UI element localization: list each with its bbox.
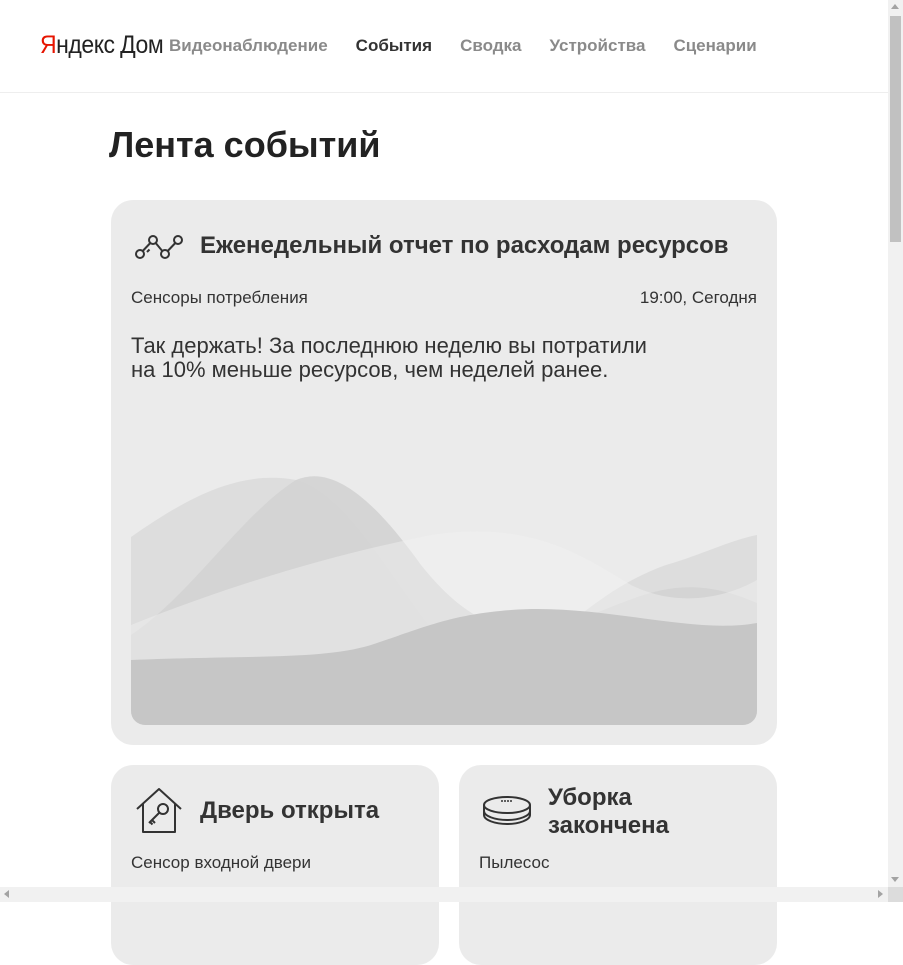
card-message-line-1: Так держать! За последнюю неделю вы потр… bbox=[131, 333, 647, 358]
card-title-line-2: закончена bbox=[548, 812, 669, 839]
card-message-line-2: на 10% меньше ресурсов, чем неделей ране… bbox=[131, 357, 609, 382]
card-title: Дверь открыта bbox=[200, 797, 380, 824]
header: Яндекс Дом Видеонаблюдение События Сводка… bbox=[0, 0, 888, 93]
card-title: Уборка закончена bbox=[548, 784, 669, 840]
horizontal-scrollbar[interactable] bbox=[0, 887, 888, 902]
event-card-cleaning[interactable]: Уборка закончена Пылесос bbox=[459, 765, 777, 965]
vertical-scrollbar[interactable] bbox=[888, 0, 903, 887]
scroll-right-arrow-icon[interactable] bbox=[878, 890, 883, 898]
card-source: Сенсор входной двери bbox=[131, 853, 312, 872]
logo-brand-rest: ндекс bbox=[56, 31, 115, 59]
event-card-weekly-report[interactable]: Еженедельный отчет по расходам ресурсов … bbox=[111, 200, 777, 745]
card-source: Пылесос bbox=[479, 853, 550, 872]
card-title-line-1: Уборка bbox=[548, 784, 632, 811]
page-title: Лента событий bbox=[109, 124, 381, 165]
yandex-dom-logo[interactable]: Яндекс Дом bbox=[40, 30, 164, 60]
nav-item-video[interactable]: Видеонаблюдение bbox=[169, 36, 328, 56]
scrollbar-corner bbox=[888, 887, 903, 902]
scroll-up-arrow-icon[interactable] bbox=[891, 4, 899, 9]
nav-item-events[interactable]: События bbox=[356, 36, 432, 56]
card-message: Так держать! За последнюю неделю вы потр… bbox=[131, 334, 711, 382]
nav-item-summary[interactable]: Сводка bbox=[460, 36, 521, 56]
logo-brand-first-letter: Я bbox=[40, 31, 57, 59]
vertical-scrollbar-thumb[interactable] bbox=[890, 16, 901, 242]
robot-vacuum-icon bbox=[481, 795, 533, 827]
nav-item-devices[interactable]: Устройства bbox=[549, 36, 645, 56]
card-source: Сенсоры потребления bbox=[131, 288, 308, 307]
scroll-down-arrow-icon[interactable] bbox=[891, 877, 899, 882]
scroll-left-arrow-icon[interactable] bbox=[4, 890, 9, 898]
logo-product: Дом bbox=[120, 31, 164, 59]
card-title: Еженедельный отчет по расходам ресурсов bbox=[200, 232, 729, 259]
card-timestamp: 19:00, Сегодня bbox=[639, 288, 757, 307]
chart-line-icon bbox=[134, 233, 184, 261]
main-nav: Видеонаблюдение События Сводка Устройств… bbox=[169, 36, 785, 56]
event-card-door[interactable]: Дверь открыта Сенсор входной двери bbox=[111, 765, 439, 965]
house-key-icon bbox=[133, 787, 185, 835]
resource-usage-graphic bbox=[131, 475, 757, 725]
nav-item-scenarios[interactable]: Сценарии bbox=[673, 36, 756, 56]
